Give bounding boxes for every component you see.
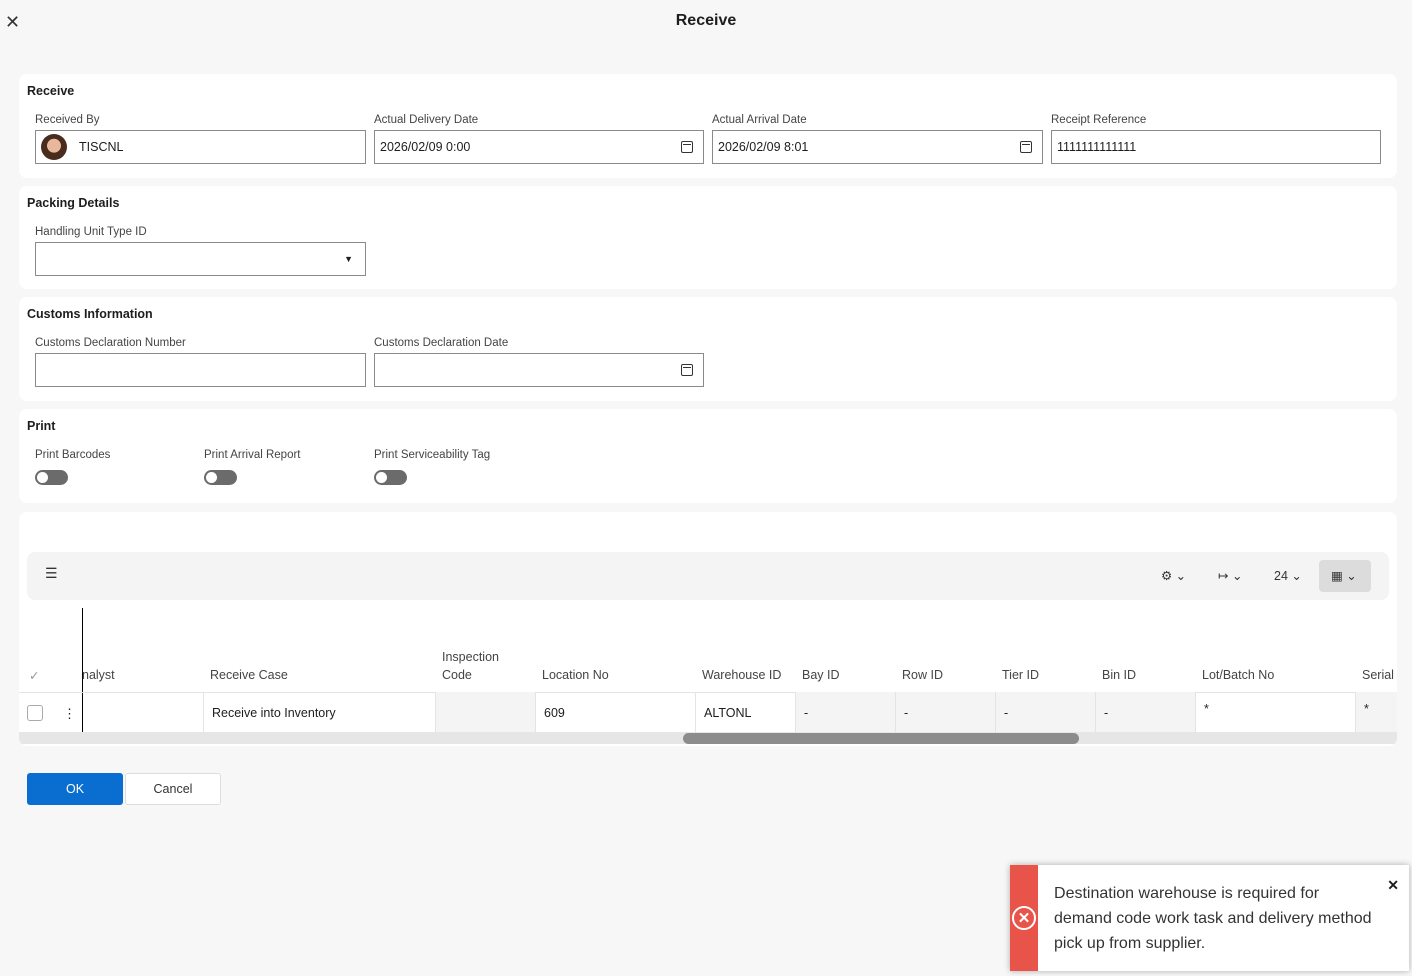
settings-icon[interactable]: ⚙ ⌄: [1161, 568, 1186, 583]
filter-icon[interactable]: ☰: [45, 565, 58, 582]
error-toast: ✕ Destination warehouse is required for …: [1010, 865, 1409, 971]
cell-bay[interactable]: -: [796, 692, 896, 732]
print-arrival-report-toggle[interactable]: [204, 470, 237, 485]
customs-number-field[interactable]: [35, 353, 366, 387]
cell-row[interactable]: -: [896, 692, 996, 732]
column-header-analyst[interactable]: nalyst: [82, 666, 115, 684]
customs-number-label: Customs Declaration Number: [35, 337, 186, 349]
received-by-value: TISCNL: [79, 140, 124, 154]
received-by-field[interactable]: TISCNL: [35, 130, 366, 164]
cell-tier[interactable]: -: [996, 692, 1096, 732]
customs-date-field[interactable]: [374, 353, 704, 387]
select-all-check-icon[interactable]: ✓: [29, 667, 39, 685]
customs-date-label: Customs Declaration Date: [374, 337, 509, 349]
cell-lot[interactable]: *: [1196, 692, 1356, 732]
table-section: ☰ ⚙ ⌄ ↦ ⌄ 24 ⌄ ▦ ⌄ ✓ nalyst Receive Case…: [19, 512, 1397, 746]
calendar-icon[interactable]: [681, 141, 693, 153]
section-title: Customs Information: [27, 307, 153, 321]
print-arrival-report-label: Print Arrival Report: [204, 449, 301, 461]
column-header-inspection-code[interactable]: Code: [442, 666, 472, 684]
delivery-date-label: Actual Delivery Date: [374, 114, 479, 126]
error-icon: ✕: [1012, 906, 1036, 930]
cancel-button[interactable]: Cancel: [125, 773, 221, 805]
receive-section: Receive Received By TISCNL Actual Delive…: [19, 74, 1397, 178]
horizontal-scrollbar[interactable]: [19, 732, 1397, 744]
print-barcodes-label: Print Barcodes: [35, 449, 111, 461]
cell-serial[interactable]: *: [1356, 692, 1397, 732]
received-by-label: Received By: [35, 114, 100, 126]
table-toolbar: ☰ ⚙ ⌄ ↦ ⌄ 24 ⌄ ▦ ⌄: [27, 552, 1389, 600]
freeze-column-icon[interactable]: ↦ ⌄: [1218, 568, 1242, 583]
calendar-icon[interactable]: [1020, 141, 1032, 153]
section-title: Print: [27, 419, 56, 433]
column-header-serial[interactable]: Serial: [1362, 666, 1394, 684]
scrollbar-thumb[interactable]: [683, 733, 1079, 744]
column-header-tier[interactable]: Tier ID: [1002, 666, 1039, 684]
column-header-receive-case[interactable]: Receive Case: [210, 666, 288, 684]
column-header-inspection[interactable]: Inspection: [442, 648, 499, 666]
column-header-location[interactable]: Location No: [542, 666, 609, 684]
dropdown-arrow-icon: ▼: [344, 254, 353, 264]
cell-location[interactable]: 609: [536, 692, 696, 732]
print-serviceability-toggle[interactable]: [374, 470, 407, 485]
cell-receive-case[interactable]: Receive into Inventory: [204, 692, 436, 732]
arrival-date-field[interactable]: 2026/02/09 8:01: [712, 130, 1043, 164]
receipt-reference-field[interactable]: 1111111111111: [1051, 130, 1381, 164]
print-serviceability-label: Print Serviceability Tag: [374, 449, 491, 461]
calendar-icon[interactable]: [681, 364, 693, 376]
avatar: [41, 134, 67, 160]
column-header-warehouse[interactable]: Warehouse ID: [702, 666, 781, 684]
delivery-date-field[interactable]: 2026/02/09 0:00: [374, 130, 704, 164]
packing-section: Packing Details Handling Unit Type ID ▼: [19, 186, 1397, 289]
page-size-select[interactable]: 24 ⌄: [1274, 568, 1302, 583]
cell-analyst[interactable]: [83, 692, 204, 732]
customs-section: Customs Information Customs Declaration …: [19, 297, 1397, 401]
print-section: Print Print Barcodes Print Arrival Repor…: [19, 409, 1397, 503]
section-title: Packing Details: [27, 196, 120, 210]
row-menu-icon[interactable]: ⋮: [63, 706, 76, 722]
delivery-date-value: 2026/02/09 0:00: [380, 140, 471, 154]
receipt-reference-value: 1111111111111: [1057, 140, 1137, 154]
error-message: Destination warehouse is required for de…: [1054, 885, 1372, 952]
toast-close-icon[interactable]: ✕: [1387, 877, 1399, 894]
ok-button[interactable]: OK: [27, 773, 123, 805]
column-header-bay[interactable]: Bay ID: [802, 666, 840, 684]
grid-view-button[interactable]: ▦ ⌄: [1319, 560, 1371, 592]
error-bar: ✕: [1010, 865, 1039, 971]
column-header-row[interactable]: Row ID: [902, 666, 943, 684]
row-checkbox[interactable]: [27, 705, 43, 721]
section-title: Receive: [27, 84, 75, 98]
page-title: Receive: [675, 12, 737, 29]
page-size-value: 24: [1274, 569, 1288, 583]
arrival-date-label: Actual Arrival Date: [712, 114, 807, 126]
print-barcodes-toggle[interactable]: [35, 470, 68, 485]
handling-unit-select[interactable]: ▼: [35, 242, 366, 276]
arrival-date-value: 2026/02/09 8:01: [718, 140, 809, 154]
cell-inspection-code[interactable]: [436, 692, 536, 732]
column-header-bin[interactable]: Bin ID: [1102, 666, 1136, 684]
handling-unit-label: Handling Unit Type ID: [35, 226, 147, 238]
cell-warehouse[interactable]: ALTONL: [696, 692, 796, 732]
column-header-lot[interactable]: Lot/Batch No: [1202, 666, 1274, 684]
receipt-reference-label: Receipt Reference: [1051, 114, 1147, 126]
cell-bin[interactable]: -: [1096, 692, 1196, 732]
